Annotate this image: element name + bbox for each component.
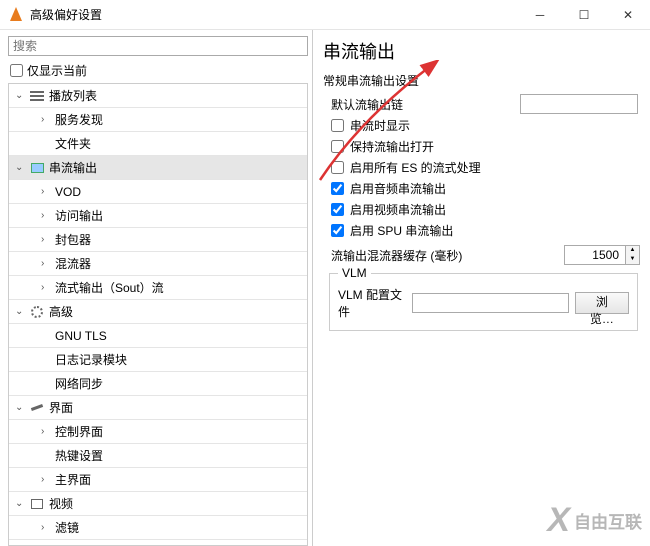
- tree-packetizer[interactable]: ›封包器: [9, 228, 307, 252]
- vlm-fieldset: VLM VLM 配置文件 浏览…: [329, 273, 638, 331]
- maximize-button[interactable]: ☐: [562, 0, 606, 30]
- spin-up-icon[interactable]: ▲: [626, 246, 639, 255]
- window-title: 高级偏好设置: [30, 6, 518, 23]
- tree-video[interactable]: ⌄视频: [9, 492, 307, 516]
- tree-filters[interactable]: ›滤镜: [9, 516, 307, 540]
- monitor-icon: [29, 160, 45, 176]
- mux-cache-label: 流输出混流器缓存 (毫秒): [331, 247, 564, 264]
- minimize-button[interactable]: ─: [518, 0, 562, 30]
- vlm-conf-input[interactable]: [412, 293, 569, 313]
- tree-control-interface[interactable]: ›控制界面: [9, 420, 307, 444]
- show-only-current-label: 仅显示当前: [27, 62, 87, 79]
- tree-folder[interactable]: 文件夹: [9, 132, 307, 156]
- vlm-legend: VLM: [338, 266, 371, 280]
- panel-subheading: 常规串流输出设置: [323, 72, 640, 89]
- tree-stream-output[interactable]: ⌄串流输出: [9, 156, 307, 180]
- tree-muxer[interactable]: ›混流器: [9, 252, 307, 276]
- enable-all-es[interactable]: 启用所有 ES 的流式处理: [331, 158, 640, 176]
- tree-advanced[interactable]: ⌄高级: [9, 300, 307, 324]
- playlist-icon: [29, 88, 45, 104]
- titlebar: 高级偏好设置 ─ ☐ ✕: [0, 0, 650, 30]
- close-button[interactable]: ✕: [606, 0, 650, 30]
- show-only-current[interactable]: 仅显示当前: [10, 62, 308, 79]
- enable-video[interactable]: 启用视频串流输出: [331, 200, 640, 218]
- panel-heading: 串流输出: [323, 38, 640, 64]
- tree-netsync[interactable]: 网络同步: [9, 372, 307, 396]
- tree-gnutls[interactable]: GNU TLS: [9, 324, 307, 348]
- tree-interface[interactable]: ⌄界面: [9, 396, 307, 420]
- tree-splitter[interactable]: ›切割器: [9, 540, 307, 546]
- spin-down-icon[interactable]: ▼: [626, 255, 639, 264]
- vlm-conf-label: VLM 配置文件: [338, 286, 406, 320]
- app-icon: [8, 7, 24, 23]
- tree-access-output[interactable]: ›访问输出: [9, 204, 307, 228]
- settings-tree[interactable]: ⌄播放列表 ›服务发现 文件夹 ⌄串流输出 ›VOD ›访问输出 ›封包器 ›混…: [8, 83, 308, 546]
- tree-vod[interactable]: ›VOD: [9, 180, 307, 204]
- search-input[interactable]: [8, 36, 308, 56]
- tree-logging[interactable]: 日志记录模块: [9, 348, 307, 372]
- default-mrl-input[interactable]: [520, 94, 638, 114]
- left-pane: 仅显示当前 ⌄播放列表 ›服务发现 文件夹 ⌄串流输出 ›VOD ›访问输出 ›…: [0, 30, 313, 546]
- watermark-x-icon: X: [547, 501, 570, 540]
- display-while-stream[interactable]: 串流时显示: [331, 116, 640, 134]
- tree-hotkeys[interactable]: 热键设置: [9, 444, 307, 468]
- tree-sout-stream[interactable]: ›流式输出（Sout）流: [9, 276, 307, 300]
- enable-audio[interactable]: 启用音频串流输出: [331, 179, 640, 197]
- keep-open[interactable]: 保持流输出打开: [331, 137, 640, 155]
- gear-icon: [29, 304, 45, 320]
- browse-button[interactable]: 浏览…: [575, 292, 629, 314]
- mux-cache-input[interactable]: [565, 246, 625, 264]
- tree-main-interface[interactable]: ›主界面: [9, 468, 307, 492]
- enable-spu[interactable]: 启用 SPU 串流输出: [331, 221, 640, 239]
- tree-playlist[interactable]: ⌄播放列表: [9, 84, 307, 108]
- video-icon: [29, 496, 45, 512]
- brush-icon: [29, 400, 45, 416]
- default-mrl-label: 默认流输出链: [331, 96, 403, 113]
- show-only-current-checkbox[interactable]: [10, 64, 23, 77]
- tree-service-discovery[interactable]: ›服务发现: [9, 108, 307, 132]
- mux-cache-spinner[interactable]: ▲▼: [564, 245, 640, 265]
- watermark: X 自由互联: [547, 501, 642, 540]
- settings-panel: 串流输出 常规串流输出设置 默认流输出链 串流时显示 保持流输出打开 启用所有 …: [313, 30, 650, 546]
